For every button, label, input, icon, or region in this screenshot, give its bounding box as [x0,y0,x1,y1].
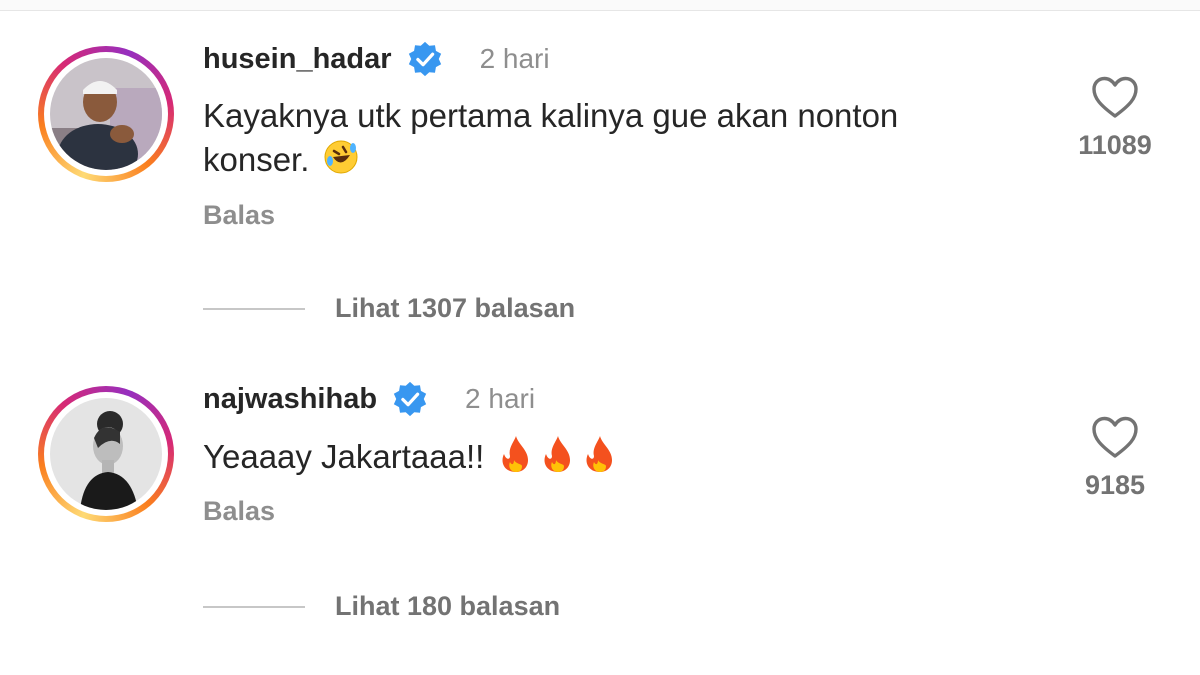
reply-link[interactable]: Balas [203,200,275,231]
replies-divider [203,605,305,608]
comment-text: Kayaknya utk pertama kalinya gue akan no… [203,97,899,178]
username[interactable]: najwashihab [203,383,377,416]
avatar-story-ring[interactable] [38,46,174,182]
view-replies-button[interactable]: Lihat 1307 balasan [203,293,575,324]
reply-link[interactable]: Balas [203,496,275,527]
fire-emoji-icon [498,434,622,485]
comment-text-wrap: Kayaknya utk pertama kalinya gue akan no… [203,94,1003,186]
verified-badge-icon [391,380,429,418]
heart-icon[interactable] [1090,74,1140,120]
avatar[interactable] [50,398,162,510]
like-count: 11089 [1078,130,1152,160]
comment-timestamp: 2 hari [479,43,550,74]
comment-timestamp: 2 hari [465,383,536,414]
like-count: 9185 [1084,470,1146,500]
comment-text-wrap: Yeaaay Jakartaaa!! [203,434,1003,485]
comment-text: Yeaaay Jakartaaa!! [203,438,485,476]
verified-badge-icon [406,40,444,78]
view-replies-button[interactable]: Lihat 180 balasan [203,591,560,622]
username[interactable]: husein_hadar [203,43,392,76]
replies-divider [203,307,305,310]
view-replies-label[interactable]: Lihat 1307 balasan [335,293,575,324]
like-column: 11089 [1070,74,1160,161]
heart-icon[interactable] [1090,414,1140,460]
avatar[interactable] [50,58,162,170]
top-divider [0,0,1200,11]
like-column: 9185 [1070,414,1160,501]
avatar-story-ring[interactable] [38,386,174,522]
view-replies-label[interactable]: Lihat 180 balasan [335,591,560,622]
rofl-emoji-icon [323,139,359,186]
